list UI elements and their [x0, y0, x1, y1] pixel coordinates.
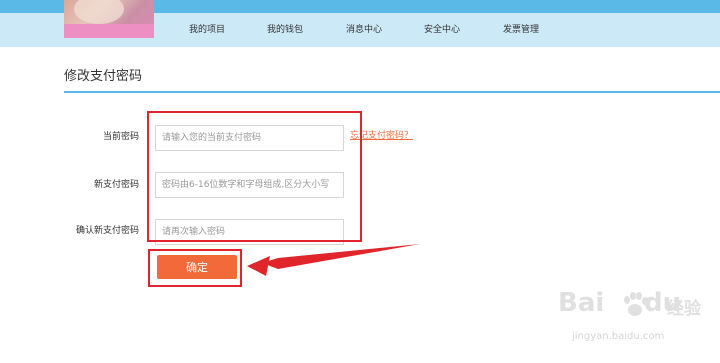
- avatar-photo-detail: [74, 0, 124, 24]
- title-divider: [64, 91, 720, 93]
- button-highlight-box: [148, 249, 242, 287]
- watermark-brand: Bai: [558, 288, 605, 318]
- nav-item-message-center[interactable]: 消息中心: [346, 24, 382, 36]
- current-password-label: 当前密码: [102, 132, 139, 142]
- nav-item-security-center[interactable]: 安全中心: [424, 24, 460, 36]
- nav-item-my-projects[interactable]: 我的项目: [189, 24, 225, 36]
- nav-item-invoice-management[interactable]: 发票管理: [503, 24, 539, 36]
- confirm-password-label: 确认新支付密码: [75, 226, 139, 236]
- nav-item-my-wallet[interactable]: 我的钱包: [267, 24, 303, 36]
- avatar-photo-background: [64, 24, 154, 38]
- watermark-sub: 经验: [667, 299, 701, 319]
- avatar[interactable]: [64, 0, 154, 38]
- watermark: Bai du 经验 jingyan.baidu.com: [550, 288, 710, 358]
- header: 我的项目 我的钱包 消息中心 安全中心 发票管理: [0, 0, 720, 47]
- fields-highlight-box: [147, 111, 362, 242]
- page-title: 修改支付密码: [64, 69, 143, 84]
- new-password-label: 新支付密码: [93, 180, 139, 190]
- watermark-url: jingyan.baidu.com: [572, 331, 665, 342]
